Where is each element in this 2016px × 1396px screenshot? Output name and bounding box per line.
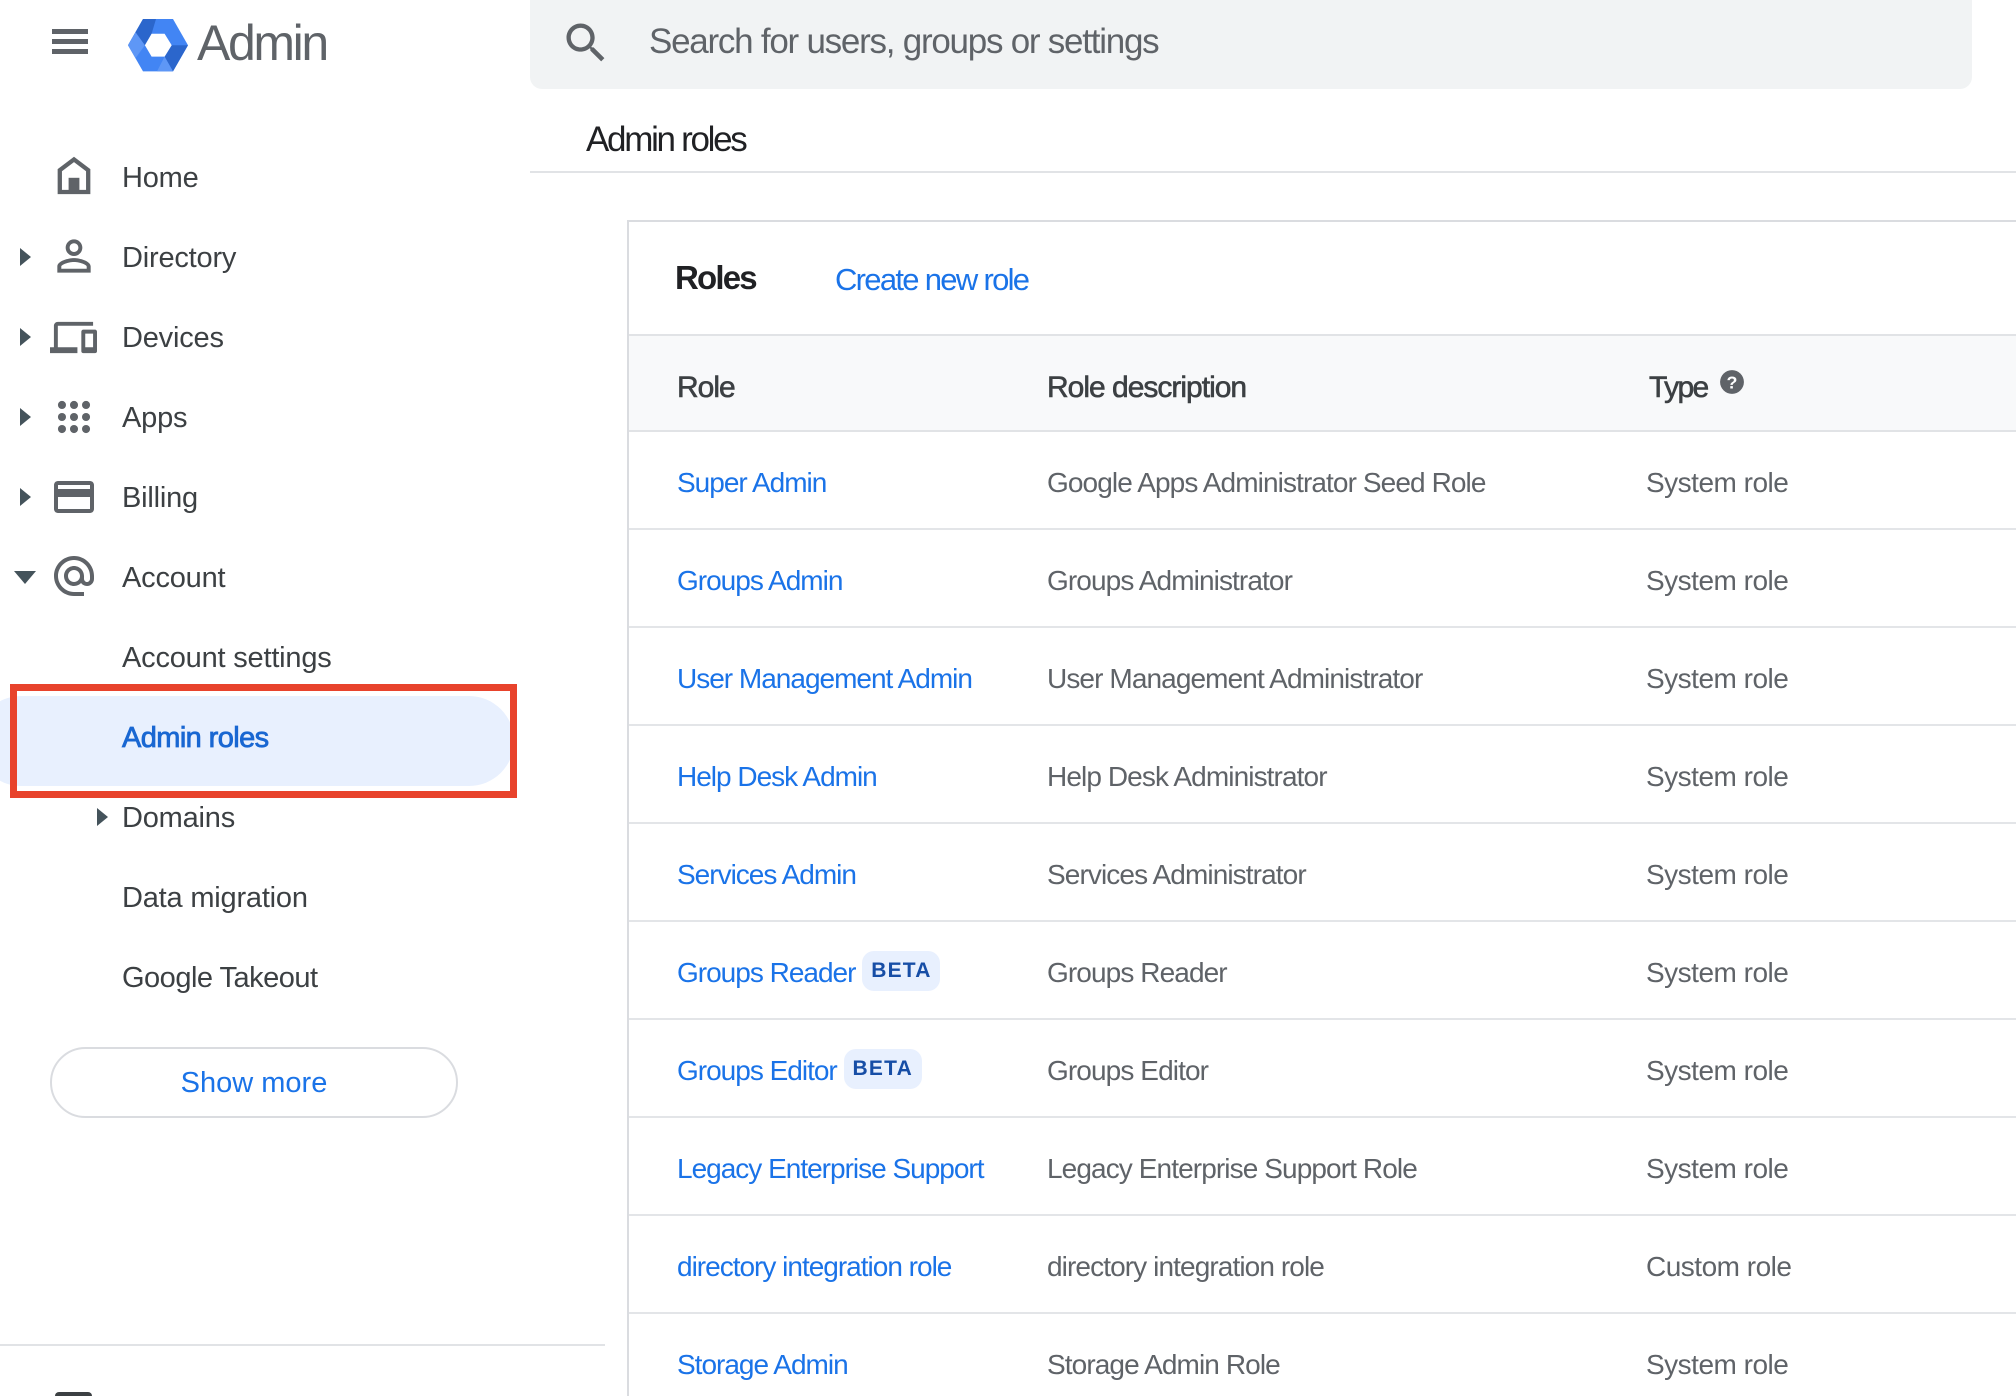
svg-text:?: ? [1727, 372, 1738, 392]
